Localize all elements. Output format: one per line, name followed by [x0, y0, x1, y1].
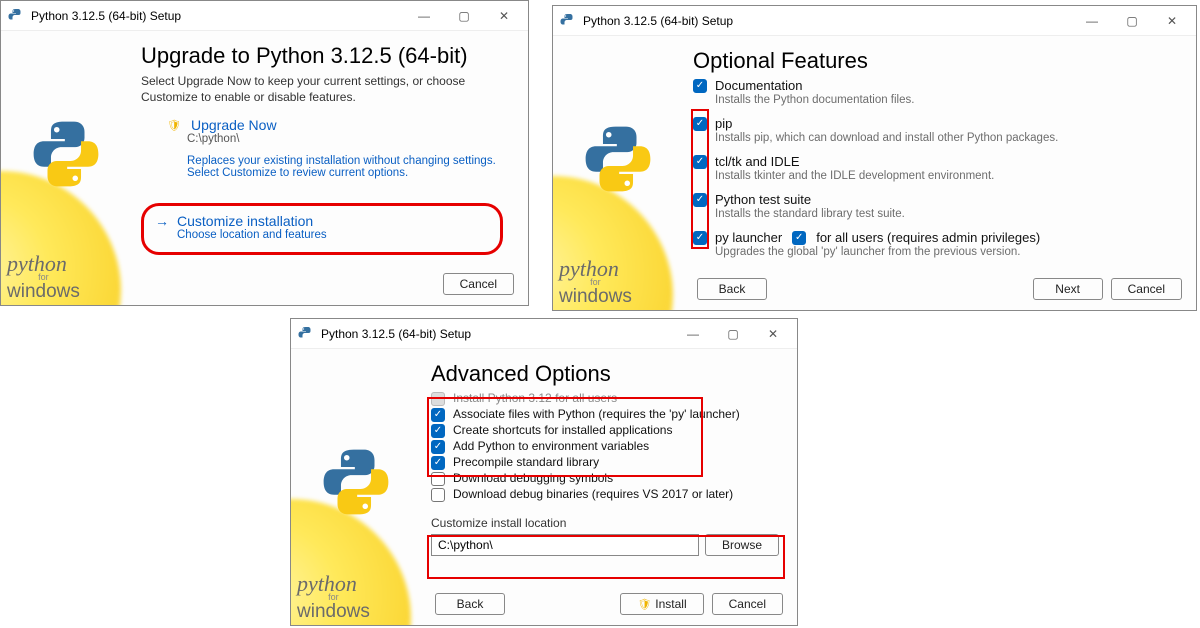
- back-button[interactable]: Back: [435, 593, 505, 615]
- install-location-label: Customize install location: [431, 516, 779, 530]
- page-heading: Upgrade to Python 3.12.5 (64-bit): [141, 43, 510, 69]
- close-button[interactable]: ✕: [484, 1, 524, 31]
- checkbox[interactable]: [693, 193, 707, 207]
- customize-install-option[interactable]: → Customize installation Choose location…: [155, 213, 510, 241]
- python-logo-icon: [319, 445, 393, 519]
- option-label: Install Python 3.12 for all users: [453, 391, 617, 405]
- window-title: Python 3.12.5 (64-bit) Setup: [31, 9, 181, 23]
- app-icon: [297, 325, 315, 343]
- next-button[interactable]: Next: [1033, 278, 1103, 300]
- app-icon: [559, 12, 577, 30]
- advanced-option-0[interactable]: Install Python 3.12 for all users: [431, 391, 779, 406]
- cancel-button[interactable]: Cancel: [1111, 278, 1182, 300]
- opt-tcltk[interactable]: tcl/tk and IDLE Installs tkinter and the…: [693, 154, 1178, 188]
- checkbox-all-users[interactable]: [792, 231, 806, 245]
- brand-text: python for windows: [7, 253, 80, 301]
- advanced-option-5[interactable]: Download debugging symbols: [431, 471, 779, 486]
- checkbox[interactable]: [431, 424, 445, 438]
- installer-window-optional: Python 3.12.5 (64-bit) Setup — ▢ ✕ pytho…: [552, 5, 1197, 311]
- sidebar: python for windows: [1, 31, 131, 305]
- opt-documentation[interactable]: Documentation Installs the Python docume…: [693, 78, 1178, 112]
- option-label: Associate files with Python (requires th…: [453, 407, 740, 421]
- installer-window-upgrade: Python 3.12.5 (64-bit) Setup — ▢ ✕ pytho…: [0, 0, 529, 306]
- advanced-option-2[interactable]: Create shortcuts for installed applicati…: [431, 423, 779, 438]
- back-button[interactable]: Back: [697, 278, 767, 300]
- close-button[interactable]: ✕: [1152, 6, 1192, 36]
- window-title: Python 3.12.5 (64-bit) Setup: [583, 14, 733, 28]
- upgrade-now-label: Upgrade Now: [191, 117, 277, 133]
- sidebar: python for windows: [291, 349, 421, 625]
- minimize-button[interactable]: —: [404, 1, 444, 31]
- opt-pip[interactable]: pip Installs pip, which can download and…: [693, 116, 1178, 150]
- opt-testsuite[interactable]: Python test suite Installs the standard …: [693, 192, 1178, 226]
- checkbox[interactable]: [431, 456, 445, 470]
- page-heading: Advanced Options: [431, 361, 779, 387]
- python-logo-icon: [581, 122, 655, 196]
- option-label: Precompile standard library: [453, 455, 599, 469]
- shield-icon: 🛡: [167, 119, 181, 132]
- python-logo-icon: [29, 117, 103, 191]
- arrow-right-icon: →: [155, 213, 169, 229]
- option-label: Add Python to environment variables: [453, 439, 649, 453]
- option-label: Create shortcuts for installed applicati…: [453, 423, 672, 437]
- checkbox[interactable]: [693, 117, 707, 131]
- cancel-button[interactable]: Cancel: [712, 593, 783, 615]
- titlebar: Python 3.12.5 (64-bit) Setup — ▢ ✕: [553, 6, 1196, 36]
- cancel-button[interactable]: Cancel: [443, 273, 514, 295]
- maximize-button[interactable]: ▢: [444, 1, 484, 31]
- upgrade-now-option[interactable]: 🛡 Upgrade Now C:\python\ Replaces your e…: [167, 117, 510, 179]
- maximize-button[interactable]: ▢: [1112, 6, 1152, 36]
- page-heading: Optional Features: [693, 48, 1178, 74]
- maximize-button[interactable]: ▢: [713, 319, 753, 349]
- checkbox[interactable]: [431, 488, 445, 502]
- minimize-button[interactable]: —: [673, 319, 713, 349]
- checkbox: [431, 392, 445, 406]
- install-path: C:\python\: [187, 133, 510, 145]
- page-subtitle: Select Upgrade Now to keep your current …: [141, 73, 510, 105]
- brand-text: python for windows: [559, 258, 632, 306]
- upgrade-desc-1: Replaces your existing installation with…: [187, 155, 510, 167]
- customize-label: Customize installation: [177, 213, 313, 229]
- install-location-input[interactable]: [431, 534, 699, 556]
- advanced-option-4[interactable]: Precompile standard library: [431, 455, 779, 470]
- advanced-option-1[interactable]: Associate files with Python (requires th…: [431, 407, 779, 422]
- checkbox[interactable]: [431, 408, 445, 422]
- all-users-label: for all users (requires admin privileges…: [816, 230, 1040, 245]
- brand-text: python for windows: [297, 573, 370, 621]
- opt-pylauncher[interactable]: py launcher for all users (requires admi…: [693, 230, 1178, 264]
- browse-button[interactable]: Browse: [705, 534, 779, 556]
- window-title: Python 3.12.5 (64-bit) Setup: [321, 327, 471, 341]
- app-icon: [7, 7, 25, 25]
- close-button[interactable]: ✕: [753, 319, 793, 349]
- checkbox[interactable]: [693, 155, 707, 169]
- titlebar: Python 3.12.5 (64-bit) Setup — ▢ ✕: [1, 1, 528, 31]
- install-button[interactable]: 🛡Install: [620, 593, 703, 615]
- installer-window-advanced: Python 3.12.5 (64-bit) Setup — ▢ ✕ pytho…: [290, 318, 798, 626]
- advanced-option-3[interactable]: Add Python to environment variables: [431, 439, 779, 454]
- checkbox[interactable]: [693, 231, 707, 245]
- checkbox[interactable]: [431, 472, 445, 486]
- advanced-option-6[interactable]: Download debug binaries (requires VS 201…: [431, 487, 779, 502]
- upgrade-desc-2: Select Customize to review current optio…: [187, 167, 510, 179]
- checkbox[interactable]: [693, 79, 707, 93]
- shield-icon: 🛡: [637, 599, 651, 611]
- checkbox[interactable]: [431, 440, 445, 454]
- option-label: Download debugging symbols: [453, 471, 613, 485]
- customize-sub: Choose location and features: [177, 229, 510, 241]
- minimize-button[interactable]: —: [1072, 6, 1112, 36]
- option-label: Download debug binaries (requires VS 201…: [453, 487, 733, 501]
- titlebar: Python 3.12.5 (64-bit) Setup — ▢ ✕: [291, 319, 797, 349]
- sidebar: python for windows: [553, 36, 683, 310]
